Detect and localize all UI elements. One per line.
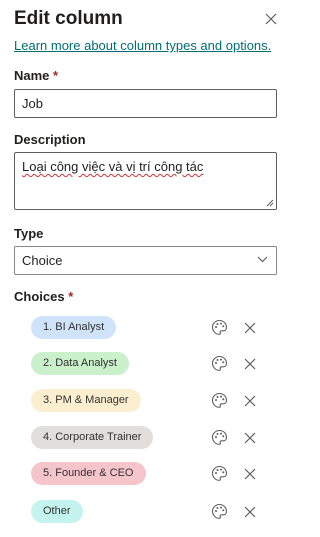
panel-title: Edit column	[14, 8, 123, 29]
choice-pill[interactable]: 1. BI Analyst	[31, 316, 117, 339]
remove-choice-button[interactable]	[244, 394, 256, 407]
remove-choice-button[interactable]	[244, 467, 256, 480]
required-marker: *	[68, 289, 74, 304]
name-label-text: Name	[14, 68, 50, 83]
required-marker: *	[53, 68, 59, 83]
description-text: Loại công việc và vị trí công tác	[22, 159, 204, 174]
choice-row: 1. BI Analyst	[31, 316, 271, 340]
panel-header: Edit column	[14, 6, 284, 32]
choice-pill[interactable]: 2. Data Analyst	[31, 352, 129, 375]
choice-color-button[interactable]	[211, 465, 228, 482]
close-icon	[244, 395, 256, 407]
close-button[interactable]	[264, 12, 278, 26]
chevron-down-icon	[257, 256, 268, 263]
choice-row: Other	[31, 500, 271, 524]
description-label: Description	[14, 132, 86, 147]
choice-pill[interactable]: Other	[31, 500, 83, 523]
close-icon	[244, 468, 256, 480]
description-textarea[interactable]: Loại công việc và vị trí công tác	[14, 152, 277, 210]
choices-label: Choices *	[14, 289, 73, 304]
remove-choice-button[interactable]	[244, 431, 256, 444]
close-icon	[244, 506, 256, 518]
palette-icon	[211, 465, 228, 481]
name-input[interactable]	[14, 89, 277, 118]
close-icon	[265, 13, 277, 25]
close-icon	[244, 358, 256, 370]
palette-icon	[211, 392, 228, 408]
remove-choice-button[interactable]	[244, 357, 256, 370]
choice-row: 4. Corporate Trainer	[31, 426, 271, 450]
choices-label-text: Choices	[14, 289, 65, 304]
choice-color-button[interactable]	[211, 319, 228, 336]
choice-color-button[interactable]	[211, 355, 228, 372]
palette-icon	[211, 429, 228, 445]
type-selected-value: Choice	[22, 253, 63, 268]
choice-pill[interactable]: 3. PM & Manager	[31, 389, 141, 412]
close-icon	[244, 432, 256, 444]
palette-icon	[211, 503, 228, 519]
choice-row: 3. PM & Manager	[31, 389, 271, 413]
remove-choice-button[interactable]	[244, 321, 256, 334]
choice-row: 5. Founder & CEO	[31, 462, 271, 486]
palette-icon	[211, 319, 228, 335]
choice-color-button[interactable]	[211, 503, 228, 520]
choice-row: 2. Data Analyst	[31, 352, 271, 376]
learn-more-link[interactable]: Learn more about column types and option…	[14, 38, 271, 53]
choice-color-button[interactable]	[211, 429, 228, 446]
choice-pill[interactable]: 5. Founder & CEO	[31, 462, 146, 485]
close-icon	[244, 322, 256, 334]
name-label: Name *	[14, 68, 58, 83]
type-dropdown[interactable]: Choice	[14, 246, 277, 275]
resize-grip-icon[interactable]	[266, 199, 274, 207]
palette-icon	[211, 355, 228, 371]
choice-pill[interactable]: 4. Corporate Trainer	[31, 426, 154, 449]
remove-choice-button[interactable]	[244, 505, 256, 518]
type-label: Type	[14, 226, 44, 241]
choice-color-button[interactable]	[211, 392, 228, 409]
